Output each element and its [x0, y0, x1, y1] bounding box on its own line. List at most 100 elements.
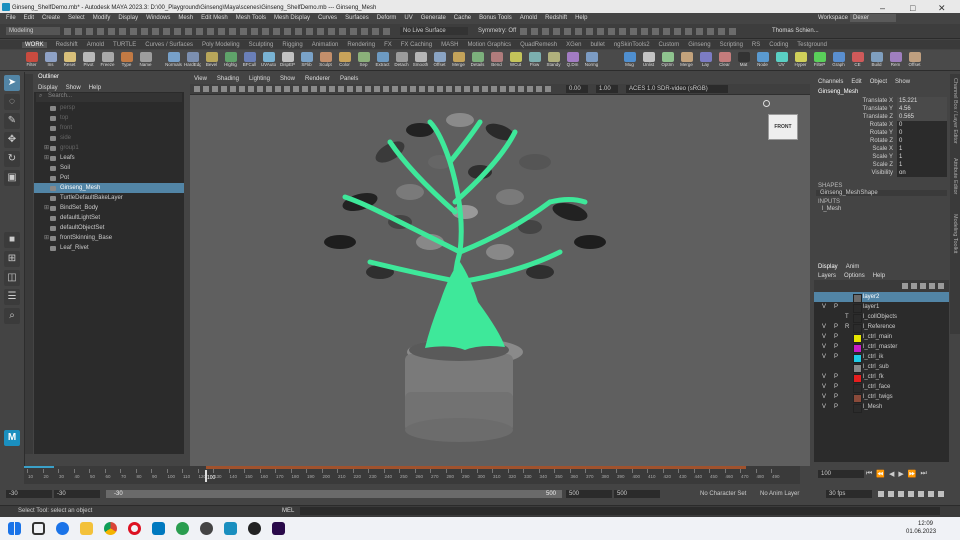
menu-mesh[interactable]: Mesh — [178, 15, 193, 21]
outliner-item[interactable]: side — [34, 133, 184, 143]
shelf-tab-fx-caching[interactable]: FX Caching — [401, 42, 432, 48]
shelf-tab-work[interactable]: WORK — [22, 41, 47, 48]
outliner-item[interactable]: top — [34, 113, 184, 123]
menu-modify[interactable]: Modify — [93, 15, 111, 21]
script-lang-toggle[interactable]: MEL — [282, 508, 294, 514]
character-set-select[interactable]: No Character Set — [700, 491, 746, 497]
outliner-menu-display[interactable]: Display — [38, 85, 58, 91]
tray-date[interactable]: 01.06.2023 — [906, 529, 936, 535]
shelf-tab-coding[interactable]: Coding — [769, 42, 788, 48]
channel-row[interactable]: Rotate Y 0 — [814, 129, 949, 137]
expand-icon[interactable]: ⊞ — [44, 233, 49, 243]
shelf-button-sculpt[interactable]: Sculpt — [317, 52, 334, 69]
viewport-menu-view[interactable]: View — [194, 76, 207, 82]
shelf-button-hardedge[interactable]: HardEdge — [184, 52, 201, 69]
opera-icon[interactable] — [128, 522, 141, 535]
menu-bonus-tools[interactable]: Bonus Tools — [479, 15, 512, 21]
layer-display-type[interactable]: R — [845, 322, 849, 332]
shelf-tab-ngskintools2[interactable]: ngSkinTools2 — [614, 42, 650, 48]
layer-row[interactable]: V Pl_ctrl_main — [814, 332, 949, 343]
shelf-button-reset[interactable]: Reset — [61, 52, 78, 69]
scale-tool-icon[interactable]: ▣ — [4, 170, 20, 186]
anim-end-field[interactable]: 500 — [614, 490, 660, 498]
shelf-button-bfcull[interactable]: BFCull — [241, 52, 258, 69]
shelf-tab-bullet[interactable]: bullet — [591, 42, 605, 48]
channel-row[interactable]: Scale Z 1 — [814, 161, 949, 169]
channel-row[interactable]: Rotate Z 0 — [814, 137, 949, 145]
shelf-button-smooth[interactable]: Smooth — [412, 52, 429, 69]
shelf-button-graph[interactable]: Graph — [830, 52, 847, 69]
layer-visibility-toggle[interactable]: V — [822, 392, 826, 402]
layer-playback-toggle[interactable]: P — [834, 302, 838, 312]
channel-tab-show[interactable]: Show — [895, 79, 910, 85]
maya-m-icon[interactable]: M — [4, 430, 20, 446]
workspace-select[interactable]: Dexer — [850, 14, 896, 22]
shelf-tab-rigging[interactable]: Rigging — [282, 42, 302, 48]
goto-start-icon[interactable]: ⏮ — [866, 470, 872, 478]
layer-row[interactable]: V Pl_Mesh — [814, 402, 949, 413]
outliner-view-icon[interactable]: ☰ — [4, 289, 20, 305]
outliner-item[interactable]: defaultObjectSet — [34, 223, 184, 233]
shelf-button-hlghlg[interactable]: Hlghlg — [222, 52, 239, 69]
side-tab-channel-box[interactable]: Channel Box / Layer Editor — [952, 78, 958, 144]
shelf-tab-rs[interactable]: RS — [752, 42, 760, 48]
layer-row[interactable]: layer2 — [814, 292, 949, 303]
tray-time[interactable]: 12:09 — [918, 521, 933, 527]
shelf-tab-curves-surfaces[interactable]: Curves / Surfaces — [145, 42, 193, 48]
shelf-button-offset[interactable]: Offset — [431, 52, 448, 69]
channel-tab-edit[interactable]: Edit — [851, 79, 861, 85]
shelf-button-filter[interactable]: Filter — [23, 52, 40, 69]
viewport-menu-show[interactable]: Show — [280, 76, 295, 82]
symmetry-label[interactable]: Symmetry: Off — [478, 28, 516, 34]
channel-tab-object[interactable]: Object — [870, 79, 887, 85]
search-task-icon[interactable] — [56, 522, 69, 535]
shelf-button-flow[interactable]: Flow — [526, 52, 543, 69]
channel-attr-value[interactable]: on — [897, 169, 947, 177]
layer-tab-anim[interactable]: Anim — [846, 264, 860, 270]
after-effects-icon[interactable] — [272, 522, 285, 535]
side-tab-modeling-toolkit[interactable]: Modeling Toolkit — [952, 214, 958, 253]
next-key-icon[interactable]: ⏩ — [908, 470, 917, 478]
shelf-button-detach[interactable]: Detach — [393, 52, 410, 69]
outliner-item[interactable]: defaultLightSet — [34, 213, 184, 223]
shelf-button-sep[interactable]: Sep — [355, 52, 372, 69]
channel-row[interactable]: Visibility on — [814, 169, 949, 177]
menu-cache[interactable]: Cache — [454, 15, 471, 21]
menu-arnold[interactable]: Arnold — [520, 15, 537, 21]
layer-row[interactable]: V P Rl_Reference — [814, 322, 949, 333]
view-cube[interactable]: FRONT — [768, 114, 798, 140]
menu-surfaces[interactable]: Surfaces — [345, 15, 369, 21]
two-view-icon[interactable]: ◫ — [4, 270, 20, 286]
playback-start-field[interactable]: -30 — [54, 490, 100, 498]
single-view-icon[interactable]: ■ — [4, 232, 20, 248]
shelf-button-rem[interactable]: Rem — [887, 52, 904, 69]
green-app-icon[interactable] — [176, 522, 189, 535]
channel-attr-value[interactable]: 1 — [897, 153, 947, 161]
layer-playback-toggle[interactable]: P — [834, 382, 838, 392]
obs-icon[interactable] — [248, 522, 261, 535]
expand-icon[interactable]: ⊞ — [44, 203, 49, 213]
shelf-tab-motion-graphics[interactable]: Motion Graphics — [467, 42, 511, 48]
time-slider[interactable]: 10 20 30 40 50 60 70 80 90 100 110 120 130 140 150 160 1… — [0, 466, 960, 486]
layer-row[interactable]: V Pl_ctrl_ik — [814, 352, 949, 363]
step-back-icon[interactable]: ⏪ — [876, 470, 885, 478]
shelf-tab-quadremesh[interactable]: QuadRemesh — [520, 42, 557, 48]
xbox-icon[interactable] — [200, 522, 213, 535]
layer-visibility-toggle[interactable]: V — [822, 382, 826, 392]
shelf-tab-mash[interactable]: MASH — [441, 42, 458, 48]
taskview-icon[interactable] — [32, 522, 45, 535]
input-name[interactable]: l_Mesh — [816, 206, 947, 212]
shelf-tab-ginseng[interactable]: Ginseng — [688, 42, 710, 48]
shelf-button-filtep[interactable]: FilteP — [811, 52, 828, 69]
shelf-button-sflib[interactable]: SFlib — [298, 52, 315, 69]
shelf-tab-fx[interactable]: FX — [384, 42, 392, 48]
menu-display[interactable]: Display — [118, 15, 138, 21]
layer-menu-options[interactable]: Options — [844, 273, 865, 279]
shelf-tab-testground[interactable]: Testground — [797, 42, 827, 48]
menu-file[interactable]: File — [6, 15, 16, 21]
fps-select[interactable]: 30 fps — [826, 490, 872, 498]
layer-visibility-toggle[interactable]: V — [822, 342, 826, 352]
shelf-tab-poly-modeling[interactable]: Poly Modeling — [202, 42, 240, 48]
shelf-tab-xgen[interactable]: XGen — [566, 42, 581, 48]
layer-tab-display[interactable]: Display — [818, 264, 838, 270]
